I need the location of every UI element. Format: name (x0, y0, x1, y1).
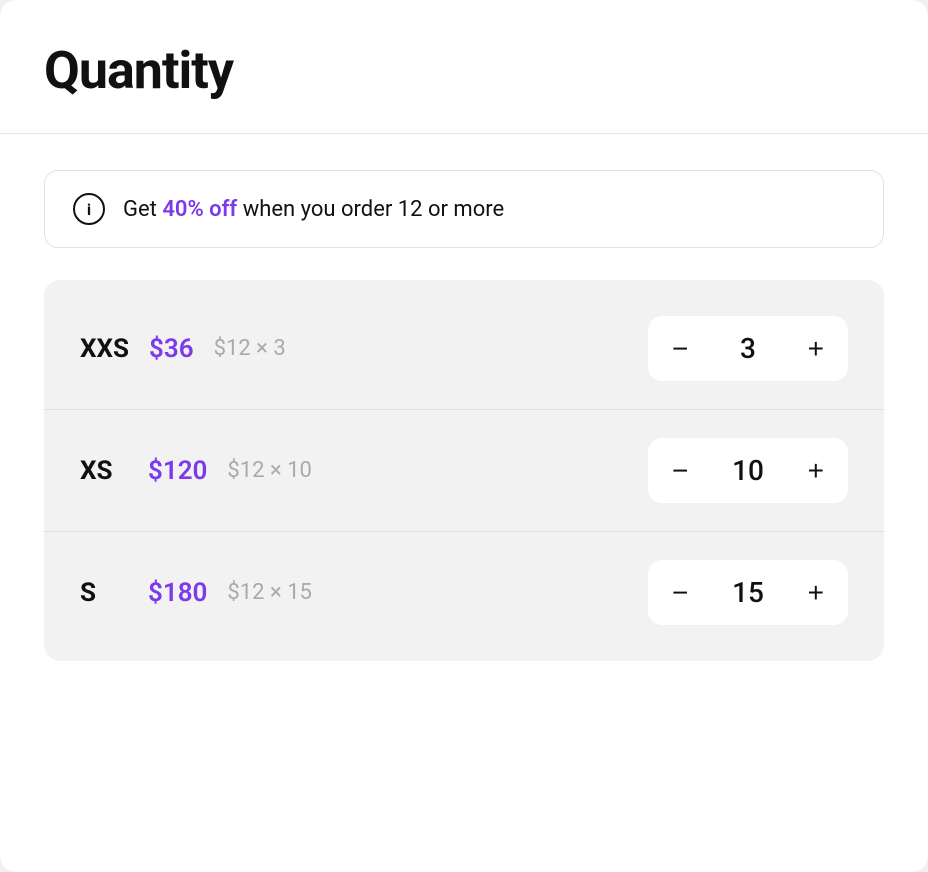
stepper-increment-xxs[interactable]: + (804, 335, 828, 363)
stepper-decrement-xs[interactable]: − (668, 457, 692, 485)
promo-text-after: when you order 12 or more (237, 197, 504, 222)
stepper-value-xs: 10 (730, 454, 766, 487)
stepper-xxs: − 3 + (648, 316, 848, 381)
size-price-total-s: $180 (148, 578, 207, 608)
card-header: Quantity (0, 0, 928, 134)
size-info-xxs: XXS $36 $12 × 3 (80, 334, 286, 364)
size-price-breakdown-xxs: $12 × 3 (214, 336, 286, 361)
stepper-increment-xs[interactable]: + (804, 457, 828, 485)
promo-text-before: Get (123, 197, 162, 222)
size-info-xs: XS $120 $12 × 10 (80, 456, 312, 486)
size-price-breakdown-xs: $12 × 10 (227, 458, 312, 483)
promo-highlight: 40% off (162, 197, 237, 222)
info-icon: i (73, 193, 105, 225)
size-row-xs: XS $120 $12 × 10 − 10 + (44, 409, 884, 531)
stepper-s: − 15 + (648, 560, 848, 625)
promo-banner: i Get 40% off when you order 12 or more (44, 170, 884, 248)
stepper-value-xxs: 3 (730, 332, 766, 365)
size-label-xxs: XXS (80, 334, 129, 364)
size-info-s: S $180 $12 × 15 (80, 578, 312, 608)
promo-text: Get 40% off when you order 12 or more (123, 197, 504, 222)
size-price-total-xs: $120 (148, 456, 207, 486)
card-body: i Get 40% off when you order 12 or more … (0, 134, 928, 697)
size-price-breakdown-s: $12 × 15 (227, 580, 312, 605)
size-row-xxs: XXS $36 $12 × 3 − 3 + (44, 288, 884, 409)
size-price-total-xxs: $36 (149, 334, 194, 364)
page-title: Quantity (44, 40, 884, 101)
size-label-s: S (80, 578, 128, 608)
quantity-card: Quantity i Get 40% off when you order 12… (0, 0, 928, 872)
sizes-container: XXS $36 $12 × 3 − 3 + XS (44, 280, 884, 661)
stepper-increment-s[interactable]: + (804, 579, 828, 607)
stepper-decrement-xxs[interactable]: − (668, 335, 692, 363)
stepper-decrement-s[interactable]: − (668, 579, 692, 607)
stepper-xs: − 10 + (648, 438, 848, 503)
size-row-s: S $180 $12 × 15 − 15 + (44, 531, 884, 653)
stepper-value-s: 15 (730, 576, 766, 609)
size-label-xs: XS (80, 456, 128, 486)
